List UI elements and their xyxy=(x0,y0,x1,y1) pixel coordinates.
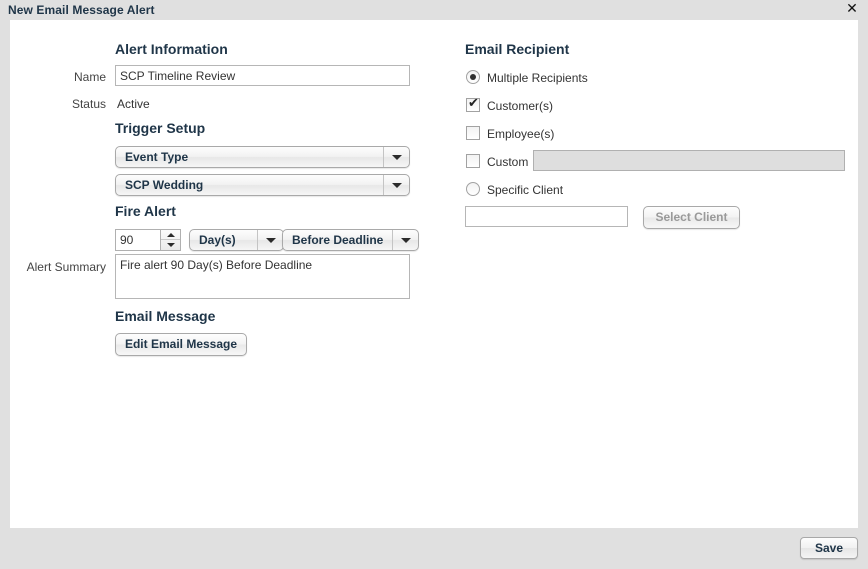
fire-alert-amount-stepper[interactable] xyxy=(115,229,181,251)
alert-summary-label: Alert Summary xyxy=(26,260,106,274)
event-type-dropdown[interactable]: Event Type xyxy=(115,146,410,168)
name-label: Name xyxy=(73,70,106,84)
alert-summary-textarea[interactable] xyxy=(115,254,410,299)
fire-alert-unit-label: Day(s) xyxy=(199,233,236,247)
checkbox-custom[interactable] xyxy=(466,154,480,168)
checkbox-customers[interactable] xyxy=(466,96,480,112)
dialog-content-panel: Alert Information Name Status Active Tri… xyxy=(10,20,858,528)
chevron-down-icon xyxy=(392,230,418,250)
fire-alert-relation-label: Before Deadline xyxy=(292,233,384,247)
fire-alert-relation-dropdown[interactable]: Before Deadline xyxy=(282,229,419,251)
event-name-dropdown-label: SCP Wedding xyxy=(125,178,204,192)
specific-client-input[interactable] xyxy=(465,206,628,227)
stepper-buttons xyxy=(160,230,180,250)
checkbox-employees[interactable] xyxy=(466,126,480,140)
radio-multiple-recipients-label: Multiple Recipients xyxy=(487,71,588,85)
chevron-down-icon xyxy=(383,175,409,195)
email-message-heading: Email Message xyxy=(115,308,216,324)
save-button[interactable]: Save xyxy=(800,537,858,559)
event-name-dropdown[interactable]: SCP Wedding xyxy=(115,174,410,196)
event-type-dropdown-label: Event Type xyxy=(125,150,189,164)
checkbox-customers-label: Customer(s) xyxy=(487,99,554,113)
alert-information-heading: Alert Information xyxy=(115,41,228,57)
checkbox-employees-label: Employee(s) xyxy=(487,127,555,141)
radio-multiple-recipients[interactable] xyxy=(466,70,480,84)
dialog-footer: Save xyxy=(0,528,868,569)
stepper-increment-icon[interactable] xyxy=(161,230,180,240)
status-value: Active xyxy=(117,97,150,111)
trigger-setup-heading: Trigger Setup xyxy=(115,120,206,136)
radio-specific-client[interactable] xyxy=(466,182,480,196)
close-icon[interactable]: ✕ xyxy=(844,1,860,17)
window-titlebar: New Email Message Alert ✕ xyxy=(0,0,868,20)
status-label: Status xyxy=(71,97,106,111)
fire-alert-amount-input[interactable] xyxy=(116,230,160,250)
chevron-down-icon xyxy=(383,147,409,167)
checkbox-custom-label: Custom xyxy=(487,155,529,169)
edit-email-message-button[interactable]: Edit Email Message xyxy=(115,333,247,356)
email-recipient-heading: Email Recipient xyxy=(465,41,570,57)
chevron-down-icon xyxy=(257,230,283,250)
name-input[interactable] xyxy=(115,65,410,86)
window-title: New Email Message Alert xyxy=(8,3,155,17)
radio-specific-client-label: Specific Client xyxy=(487,183,564,197)
stepper-decrement-icon[interactable] xyxy=(161,240,180,249)
select-client-button[interactable]: Select Client xyxy=(643,206,740,229)
custom-recipient-input[interactable] xyxy=(533,150,845,171)
fire-alert-heading: Fire Alert xyxy=(115,203,176,219)
fire-alert-unit-dropdown[interactable]: Day(s) xyxy=(189,229,284,251)
